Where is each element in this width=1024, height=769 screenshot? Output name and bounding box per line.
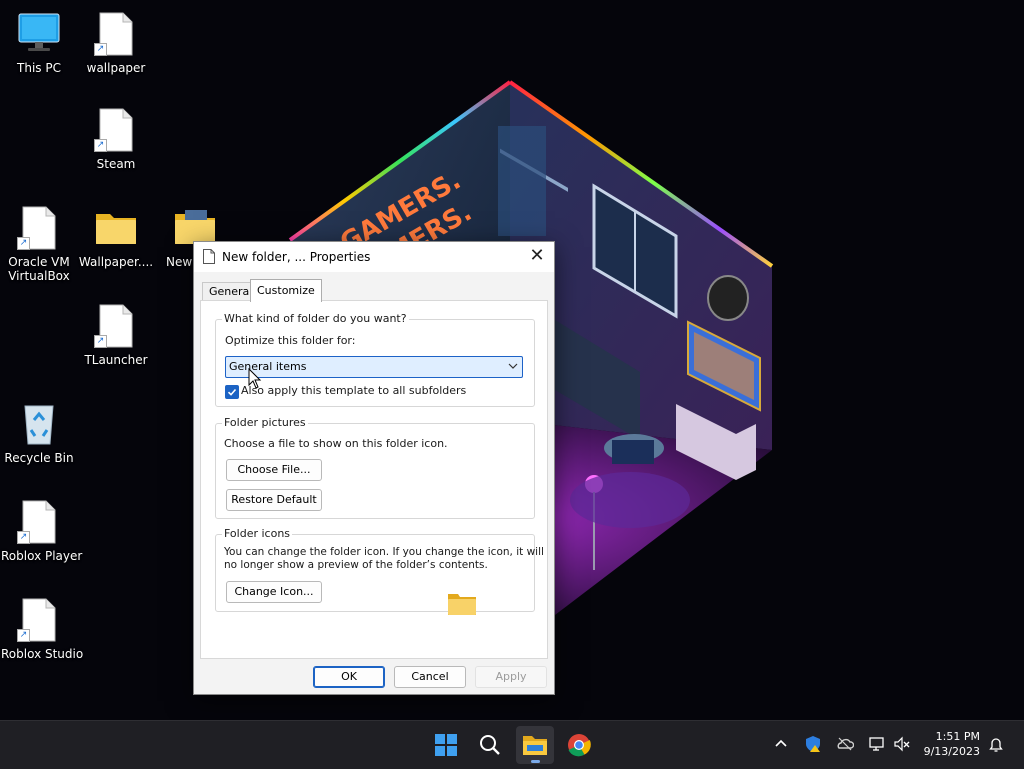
- desktop-icon-roblox-studio[interactable]: ↗ Roblox Studio: [1, 596, 84, 661]
- search-icon: [480, 735, 500, 755]
- notification-bell-icon: [989, 738, 1003, 752]
- desktop-icon-label: Oracle VM VirtualBox: [8, 255, 70, 283]
- customize-tab-panel: What kind of folder do you want? Optimiz…: [200, 300, 548, 659]
- recycle-bin-icon: [24, 405, 54, 445]
- close-icon: ✕: [529, 245, 545, 266]
- desktop-icon-recycle-bin[interactable]: Recycle Bin: [1, 400, 77, 465]
- dropdown-selected-value: General items: [229, 360, 307, 373]
- volume-tray[interactable]: [893, 735, 911, 753]
- show-hidden-icons-button[interactable]: [772, 735, 790, 753]
- chrome-icon: [568, 734, 591, 757]
- folder-icons-description-line2: no longer show a preview of the folder’s…: [224, 559, 488, 571]
- choose-file-button[interactable]: Choose File...: [226, 459, 322, 481]
- clock-time: 1:51 PM: [935, 730, 980, 743]
- tab-customize[interactable]: Customize: [250, 279, 322, 302]
- shortcut-arrow-icon: ↗: [17, 531, 30, 544]
- desktop-icon-label: This PC: [17, 61, 61, 75]
- group-legend: Folder pictures: [222, 416, 308, 429]
- onedrive-tray[interactable]: [836, 735, 855, 753]
- desktop-icon-label: Roblox Player: [1, 549, 83, 563]
- chrome-button[interactable]: [560, 726, 598, 764]
- folder-preview-icon: [448, 594, 476, 615]
- shortcut-arrow-icon: ↗: [94, 139, 107, 152]
- file-explorer-icon: [523, 736, 547, 755]
- chevron-up-icon: [775, 739, 787, 747]
- desktop-icon-tlauncher[interactable]: ↗ TLauncher: [78, 302, 154, 367]
- tab-label: General: [209, 285, 253, 298]
- optimize-label: Optimize this folder for:: [225, 334, 356, 347]
- group-legend: Folder icons: [222, 527, 293, 540]
- taskbar-clock[interactable]: 1:51 PM 9/13/2023: [924, 729, 980, 759]
- desktop-icon-label: Recycle Bin: [4, 451, 74, 465]
- desktop-icon-label: Roblox Studio: [1, 647, 84, 661]
- desktop-icon-label: Steam: [96, 157, 136, 171]
- checkmark-icon: [227, 388, 237, 396]
- start-button[interactable]: [427, 726, 465, 764]
- group-legend: What kind of folder do you want?: [222, 312, 409, 325]
- clock-date: 9/13/2023: [923, 745, 980, 758]
- apply-subfolders-checkbox[interactable]: [225, 385, 239, 399]
- onedrive-icon: [837, 737, 855, 751]
- change-icon-button[interactable]: Change Icon...: [226, 581, 322, 603]
- folder-pictures-group: Folder pictures Choose a file to show on…: [215, 416, 535, 519]
- start-icon: [435, 734, 457, 756]
- close-button[interactable]: ✕: [520, 242, 554, 272]
- shortcut-arrow-icon: ↗: [17, 629, 30, 642]
- apply-button[interactable]: Apply: [475, 666, 547, 688]
- desktop-icon-steam[interactable]: ↗ Steam: [78, 106, 154, 171]
- folder-icons-description-line1: You can change the folder icon. If you c…: [224, 546, 544, 558]
- network-icon: [869, 737, 884, 751]
- folder-icons-group: Folder icons You can change the folder i…: [215, 527, 544, 615]
- volume-muted-icon: [894, 736, 910, 752]
- desktop-icon-this-pc[interactable]: This PC: [1, 10, 77, 75]
- folder-icon: [96, 214, 136, 244]
- search-button[interactable]: [471, 726, 509, 764]
- cancel-button[interactable]: Cancel: [394, 666, 466, 688]
- desktop-icon-roblox-player[interactable]: ↗ Roblox Player: [1, 498, 83, 563]
- mouse-pointer-icon: [248, 368, 262, 389]
- tab-label: Customize: [257, 284, 315, 297]
- computer-icon: [18, 13, 60, 51]
- shortcut-arrow-icon: ↗: [94, 43, 107, 56]
- document-icon: [203, 249, 215, 264]
- notification-center-button[interactable]: [987, 735, 1005, 753]
- optimize-folder-dropdown[interactable]: General items: [225, 356, 523, 378]
- dialog-title: New folder, ... Properties: [222, 250, 371, 264]
- folder-type-group: What kind of folder do you want? Optimiz…: [215, 312, 535, 407]
- file-explorer-button[interactable]: [516, 726, 554, 764]
- dialog-titlebar[interactable]: New folder, ... Properties ✕: [194, 242, 554, 272]
- chevron-down-icon: [508, 363, 518, 369]
- folder-pictures-description: Choose a file to show on this folder ico…: [224, 437, 448, 450]
- shortcut-arrow-icon: ↗: [94, 335, 107, 348]
- desktop-icon-wallpaper[interactable]: ↗ wallpaper: [78, 10, 154, 75]
- desktop-icon-label: TLauncher: [84, 353, 148, 367]
- desktop-icon-oracle-vm-virtualbox[interactable]: ↗ Oracle VM VirtualBox: [1, 204, 77, 283]
- shortcut-arrow-icon: ↗: [17, 237, 30, 250]
- folder-properties-dialog: New folder, ... Properties ✕ General Cus…: [193, 241, 555, 695]
- desktop-icon-label: wallpaper: [86, 61, 146, 75]
- network-tray[interactable]: [868, 735, 886, 753]
- windows-security-tray[interactable]: [804, 735, 822, 753]
- taskbar: 1:51 PM 9/13/2023: [0, 720, 1024, 769]
- apply-subfolders-label[interactable]: Also apply this template to all subfolde…: [241, 384, 466, 397]
- running-indicator: [531, 760, 540, 763]
- desktop-icon-wallpaper-folder[interactable]: Wallpaper....: [78, 204, 154, 269]
- restore-default-button[interactable]: Restore Default: [226, 489, 322, 511]
- desktop-icon-label: Wallpaper....: [78, 255, 154, 269]
- ok-button[interactable]: OK: [313, 666, 385, 688]
- windows-security-icon: [806, 736, 820, 752]
